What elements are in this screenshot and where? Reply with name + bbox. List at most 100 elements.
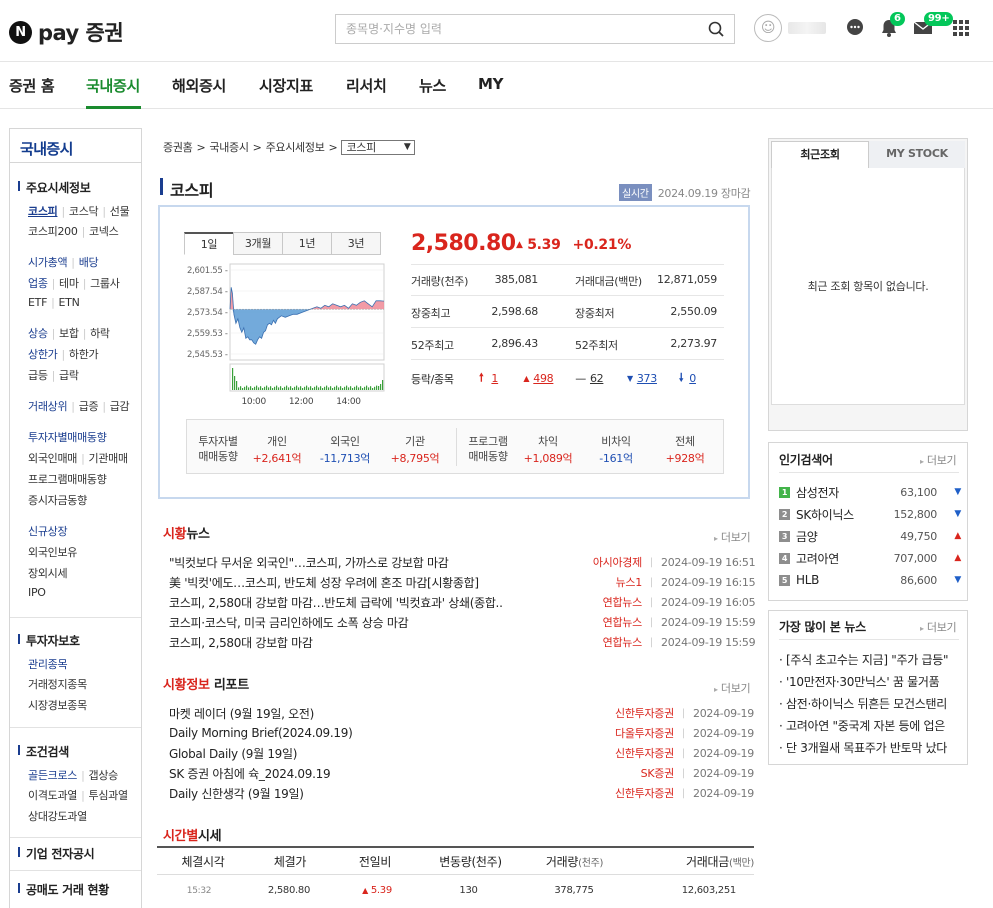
popular-search-item[interactable]: 1 삼성전자 63,100 ▼	[779, 482, 961, 502]
upper-limit-count[interactable]: 1	[491, 372, 523, 385]
sidebar-item-etn[interactable]: ETN	[59, 296, 80, 309]
sidebar-item-industry[interactable]: 업종	[28, 277, 48, 290]
sidebar-item-dividend[interactable]: 배당	[79, 256, 99, 269]
report-item-title[interactable]: 마켓 레이더 (9월 19일, 오전)	[169, 705, 594, 722]
sidebar-item-disparity-overheat[interactable]: 이격도과열	[28, 789, 77, 802]
most-viewed-more[interactable]: ▸ 더보기	[920, 619, 957, 635]
market-news-more[interactable]: ▸ 더보기	[714, 529, 751, 545]
report-item-title[interactable]: Daily 신한생각 (9월 19일)	[169, 785, 594, 802]
list-item[interactable]: 美 '빅컷'에도…코스피, 반도체 성장 우려에 혼조 마감[시황종합] 뉴스1 |…	[169, 572, 756, 592]
sidebar-item-futures[interactable]: 선물	[110, 205, 130, 218]
sidebar-item-alert-stocks[interactable]: 시장경보종목	[28, 699, 87, 712]
sidebar-item-lower-limit[interactable]: 하한가	[69, 348, 99, 361]
nav-my[interactable]: MY	[478, 75, 504, 93]
stock-name[interactable]: 삼성전자	[796, 484, 881, 501]
most-viewed-title[interactable]: '10만전자·30만닉스' 꿈 물거품	[786, 675, 940, 689]
sidebar-item-foreign-trade[interactable]: 외국인매매	[28, 452, 77, 465]
tab-my-stock[interactable]: MY STOCK	[869, 141, 965, 169]
news-item-title[interactable]: 코스피, 2,580대 강보합 마감	[169, 634, 603, 651]
most-viewed-title[interactable]: 단 3개월새 목표주가 반토막 났다	[786, 741, 947, 755]
tab-1day[interactable]: 1일	[184, 232, 234, 255]
sidebar-item-etf[interactable]: ETF	[28, 296, 47, 309]
sidebar-item-investor-trend[interactable]: 투자자별매매동향	[28, 431, 107, 444]
most-viewed-title[interactable]: [주식 초고수는 지금] "주가 급등"	[786, 653, 948, 667]
breadcrumb-market-info[interactable]: 주요시세정보	[266, 139, 325, 155]
tab-3year[interactable]: 3년	[331, 232, 381, 255]
nav-research[interactable]: 리서치	[346, 75, 387, 96]
nav-domestic[interactable]: 국내증시	[86, 75, 140, 96]
breadcrumb-domestic[interactable]: 국내증시	[209, 139, 249, 155]
sidebar-section-condition-search[interactable]: 조건검색	[18, 743, 69, 760]
sidebar-item-kospi[interactable]: 코스피	[28, 205, 58, 218]
news-item-title[interactable]: 코스피, 2,580대 강보합 마감…반도체 급락에 '빅컷효과' 상쇄(종합.…	[169, 594, 603, 611]
search-icon[interactable]	[700, 19, 734, 39]
sidebar-section-disclosure[interactable]: 기업 전자공시	[18, 845, 95, 862]
most-viewed-title[interactable]: 고려아연 "중국계 자본 등에 업은	[786, 719, 945, 733]
news-item-title[interactable]: 코스피·코스닥, 미국 금리인하에도 소폭 상승 마감	[169, 614, 603, 631]
sidebar-item-otc-price[interactable]: 장외시세	[28, 567, 68, 580]
list-item[interactable]: 코스피, 2,580대 강보합 마감…반도체 급락에 '빅컷효과' 상쇄(종합.…	[169, 592, 756, 612]
report-item-title[interactable]: Global Daily (9월 19일)	[169, 745, 594, 762]
nav-overseas[interactable]: 해외증시	[172, 75, 226, 96]
stock-name[interactable]: HLB	[796, 573, 881, 587]
search-input[interactable]	[346, 22, 700, 36]
most-viewed-title[interactable]: 삼전·하이닉스 뒤흔든 모건스탠리	[786, 697, 947, 711]
down-count[interactable]: 373	[637, 372, 679, 385]
news-item-title[interactable]: "빅컷보다 무서운 외국인"…코스피, 가까스로 강보합 마감	[169, 554, 593, 571]
nav-indicators[interactable]: 시장지표	[259, 75, 313, 96]
app-grid-icon[interactable]	[946, 14, 976, 42]
mail-icon[interactable]: 99+	[908, 12, 954, 42]
most-viewed-item[interactable]: · 삼전·하이닉스 뒤흔든 모건스탠리	[779, 695, 955, 712]
search-box[interactable]	[335, 14, 735, 44]
stock-name[interactable]: SK하이닉스	[796, 506, 881, 523]
list-item[interactable]: Global Daily (9월 19일) 신한투자증권 | 2024-09-19	[169, 743, 754, 763]
sidebar-item-group[interactable]: 그룹사	[90, 277, 120, 290]
sidebar-item-program-trade[interactable]: 프로그램매매동향	[28, 473, 107, 486]
list-item[interactable]: 코스피, 2,580대 강보합 마감 연합뉴스 | 2024-09-19 15:59	[169, 632, 756, 652]
stock-name[interactable]: 고려아연	[796, 550, 881, 567]
nav-news[interactable]: 뉴스	[419, 75, 446, 96]
index-select[interactable]: 코스피 ▼	[341, 139, 416, 155]
tab-3month[interactable]: 3개월	[233, 232, 283, 255]
flat-count[interactable]: 62	[590, 372, 627, 385]
popular-search-item[interactable]: 4 고려아연 707,000 ▲	[779, 548, 961, 568]
report-more[interactable]: ▸ 더보기	[714, 680, 751, 696]
sidebar-item-gap-up[interactable]: 갭상승	[89, 769, 119, 782]
user-avatar-icon[interactable]: ☺	[754, 14, 782, 42]
most-viewed-item[interactable]: · 고려아연 "중국계 자본 등에 업은	[779, 717, 955, 734]
sidebar-item-plunge[interactable]: 급락	[59, 369, 79, 382]
list-item[interactable]: 코스피·코스닥, 미국 금리인하에도 소폭 상승 마감 연합뉴스 | 2024-09-…	[169, 612, 756, 632]
sidebar-section-market-info[interactable]: 주요시세정보	[18, 179, 91, 196]
sidebar-item-volume-surge[interactable]: 급증	[79, 400, 99, 413]
sidebar-item-sentiment-overheat[interactable]: 투심과열	[89, 789, 129, 802]
tab-recent[interactable]: 최근조회▼	[771, 141, 869, 177]
sidebar-item-halted-stocks[interactable]: 거래정지종목	[28, 678, 87, 691]
popular-search-item[interactable]: 2 SK하이닉스 152,800 ▼	[779, 504, 961, 524]
sidebar-item-kospi200[interactable]: 코스피200	[28, 225, 78, 238]
sidebar-section-investor-protection[interactable]: 투자자보호	[18, 632, 80, 649]
stock-name[interactable]: 금양	[796, 528, 881, 545]
report-item-title[interactable]: Daily Morning Brief(2024.09.19)	[169, 726, 594, 740]
sidebar-item-kosdaq[interactable]: 코스닥	[69, 205, 99, 218]
list-item[interactable]: 마켓 레이더 (9월 19일, 오전) 신한투자증권 | 2024-09-19	[169, 703, 754, 723]
list-item[interactable]: Daily Morning Brief(2024.09.19) 다올투자증권 | 20…	[169, 723, 754, 743]
intraday-chart[interactable]: 2,601.55 - 2,587.54 - 2,573.54 - 2,559.53 -…	[184, 262, 386, 407]
sidebar-item-volume-drop[interactable]: 급감	[110, 400, 130, 413]
sidebar-item-surge[interactable]: 급등	[28, 369, 48, 382]
sidebar-item-managed-stocks[interactable]: 관리종목	[28, 658, 68, 671]
sidebar-item-market-cap[interactable]: 시가총액	[28, 256, 68, 269]
list-item[interactable]: "빅컷보다 무서운 외국인"…코스피, 가까스로 강보합 마감 아시아경제 | 202…	[169, 552, 756, 572]
sidebar-item-fall[interactable]: 하락	[90, 327, 110, 340]
list-item[interactable]: SK 증권 아침에 슉_2024.09.19 SK증권 | 2024-09-19	[169, 763, 754, 783]
sidebar-item-new-listing[interactable]: 신규상장	[28, 525, 68, 538]
most-viewed-item[interactable]: · [주식 초고수는 지금] "주가 급등"	[779, 651, 955, 668]
sidebar-item-top-volume[interactable]: 거래상위	[28, 400, 68, 413]
sidebar-item-rsi-overheat[interactable]: 상대강도과열	[28, 810, 87, 823]
sidebar-section-short-selling[interactable]: 공매도 거래 현황	[18, 881, 109, 898]
sidebar-item-institution-trade[interactable]: 기관매매	[89, 452, 129, 465]
sidebar-item-market-funds[interactable]: 증시자금동향	[28, 494, 87, 507]
nav-stock-home[interactable]: 증권 홈	[9, 75, 55, 96]
sidebar-item-konex[interactable]: 코넥스	[89, 225, 119, 238]
popular-search-item[interactable]: 5 HLB 86,600 ▼	[779, 570, 961, 590]
most-viewed-item[interactable]: · '10만전자·30만닉스' 꿈 물거품	[779, 673, 955, 690]
